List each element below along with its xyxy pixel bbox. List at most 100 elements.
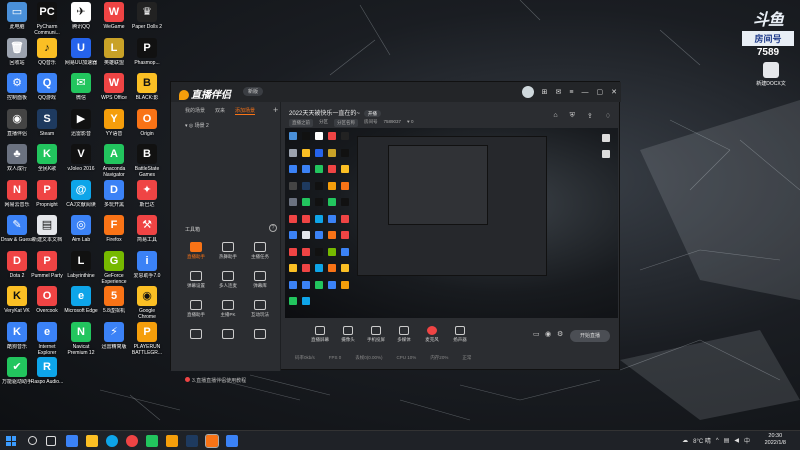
desktop-icon[interactable]: F Firefox [97,215,131,243]
search-icon[interactable] [28,436,37,445]
desktop-icon[interactable]: ✔ 万能驱动助手 [0,357,34,385]
desktop-icon[interactable]: S Steam [30,108,64,137]
volume-icon[interactable]: ◀ [734,437,739,444]
desktop-icon[interactable]: K 全民K歌 [30,144,64,172]
toolbox-help-icon[interactable]: ? [269,224,277,232]
desktop-icon[interactable]: W WeGame [97,2,131,30]
desktop-icon[interactable]: N Navicat Premium 12 [64,321,98,356]
desktop-icon[interactable]: ▤ 新建文本文档 [30,215,64,243]
steam-icon[interactable] [186,435,198,447]
edge-icon[interactable] [106,435,118,447]
meta-before-live[interactable]: 直播之前 [289,119,313,127]
desktop-icon[interactable]: 🗑 回收站 [0,37,34,66]
add-scene-icon[interactable]: + [273,105,278,115]
toolbox-item[interactable]: 直播助手 [179,300,213,318]
version-badge[interactable]: 新版 [243,87,264,96]
desktop-icon[interactable]: P Phasmop... [130,37,164,66]
desktop-icon[interactable]: R Raspo Audio... [30,357,64,385]
desktop-icon[interactable]: i 爱思助手7.0 [130,250,164,279]
source-tool-button[interactable]: 扬声器 [445,326,475,343]
tab-add-scene[interactable]: 添加场景 [235,107,256,115]
live-companion-taskbar-icon[interactable] [205,434,219,448]
desktop-icon[interactable]: P Pummel Party [30,250,64,279]
start-button[interactable] [6,436,16,446]
desktop-icon[interactable]: W WPS Office [97,73,131,101]
desktop-icon[interactable]: K 酷狗音乐 [0,321,34,350]
source-tool-button[interactable]: 麦克风 [417,326,447,343]
desktop-icon[interactable]: O Origin [130,108,164,137]
source-tool-button[interactable]: 多媒体 [389,326,419,343]
desktop-icon[interactable]: Y YY语音 [97,108,131,137]
stream-title-tag[interactable]: 开播 [363,110,381,117]
desktop-icon[interactable]: VvJoleo 2016 [64,144,98,172]
toolbox-item[interactable] [243,329,277,341]
window-titlebar[interactable]: 直播伴侣 新版 ⊞ ✉ ≡ — ▢ ✕ [171,82,621,102]
desktop-icon[interactable]: ◉ Google Chrome [130,286,164,320]
toolbox-item[interactable]: 互动玩法 [243,300,277,318]
desktop-icon[interactable]: ◎ Aim Lab [64,215,98,243]
source-tool-button[interactable]: 手机投屏 [361,326,391,343]
settings-icon[interactable]: ⚙ [557,330,563,338]
ime-indicator[interactable]: 中 [744,436,750,445]
file-explorer-icon[interactable] [86,435,98,447]
eye-icon[interactable]: ◉ [545,330,551,338]
desktop-icon[interactable]: P PLAYERUN BATTLEGR... [130,321,164,356]
desktop-icon-new-docx[interactable]: 新建DOCX文 [756,62,786,87]
shield-icon[interactable]: ⛨ [570,112,575,120]
desktop-icon[interactable]: D 多玩开黑 [97,179,131,208]
desktop-icon[interactable]: B BLACK:影 [130,73,164,101]
desktop-icon[interactable]: e Microsoft Edge [64,286,98,314]
desktop-icon[interactable]: O Overcook [30,286,64,314]
desktop-icon[interactable]: ♛ Paper Dolls 2 [130,2,164,30]
menu-icon[interactable]: ≡ [569,89,573,96]
desktop-icon[interactable]: Q QQ游戏 [30,73,64,101]
desktop-icon[interactable]: ⚙ 控制面板 [0,73,34,101]
desktop-icon[interactable]: ⚒ 简易工具 [130,215,164,243]
meta-category-name[interactable]: 分区名称 [334,119,358,127]
desktop-icon[interactable]: ▶ 迅雷影音 [64,108,98,137]
desktop-icon[interactable]: ▭ 此电脑 [0,2,34,30]
tab-shuanglai[interactable]: 双来 [215,107,225,115]
minimize-icon[interactable]: — [582,89,589,96]
toolbox-item[interactable]: 弹幕库 [243,271,277,289]
desktop-icon[interactable]: L Labyrinthine [64,250,98,279]
tray-chevron-icon[interactable]: ^ [716,438,719,444]
camera-icon[interactable]: ▭ [533,330,540,338]
weather-text[interactable]: 8°C 晴 [693,436,711,445]
gift-icon[interactable]: ⊞ [542,88,548,96]
desktop-icon[interactable]: 5 5.8虚拟机 [97,286,131,314]
source-tool-button[interactable]: 直播屏幕 [305,326,335,343]
desktop-icon[interactable]: ♣ 双人成行 [0,144,34,172]
stream-title[interactable]: 2022天天被快乐一直在的~ 开播 [289,108,381,117]
store-icon[interactable]: ⌂ [553,112,557,120]
desktop-icon[interactable]: @ CAJ文献阅读 [64,179,98,208]
desktop-icon[interactable]: P Propnight [30,179,64,208]
desktop-icon[interactable]: K VeryKat VK [0,286,34,314]
desktop-icon[interactable]: G GeForce Experience [97,250,131,285]
desktop-icon[interactable]: N 网易云音乐 [0,179,34,208]
network-icon[interactable]: ▤ [724,437,730,444]
tutorial-link[interactable]: 3.直播直播伴侣使用教程 [185,377,246,384]
toolbox-item[interactable]: 主播PK [211,300,245,318]
desktop-icon[interactable]: ♪ QQ音乐 [30,37,64,66]
chrome-icon[interactable] [126,435,138,447]
desktop-icon[interactable]: ✦ 斯巴达 [130,179,164,208]
source-tool-button[interactable]: 摄像头 [333,326,363,343]
desktop-icon[interactable]: D Dota 2 [0,250,34,279]
desktop-icon[interactable]: ✉ 微信 [64,73,98,101]
desktop-icon[interactable]: PC PyCharm Communi... [30,2,64,36]
taskbar-app-icon[interactable] [66,435,78,447]
start-live-button[interactable]: 开始直播 [570,330,610,342]
toolbox-item[interactable]: 直播助手 [179,242,213,260]
desktop-icon[interactable]: ✎ Draw & Guess [0,215,34,243]
desktop-icon[interactable]: U 网易UU加速器 [64,37,98,66]
close-icon[interactable]: ✕ [611,88,617,96]
desktop-icon[interactable]: ⚡ 迅雷精简版 [97,321,131,350]
toolbox-item[interactable]: 多人连麦 [211,271,245,289]
taskbar-app-icon[interactable] [226,435,238,447]
taskbar-app-icon[interactable] [146,435,158,447]
weather-icon[interactable]: ☁ [682,437,688,444]
desktop-icon[interactable]: B BattleState Games [130,144,164,178]
stream-preview[interactable] [285,128,618,318]
toolbox-item[interactable] [211,329,245,341]
